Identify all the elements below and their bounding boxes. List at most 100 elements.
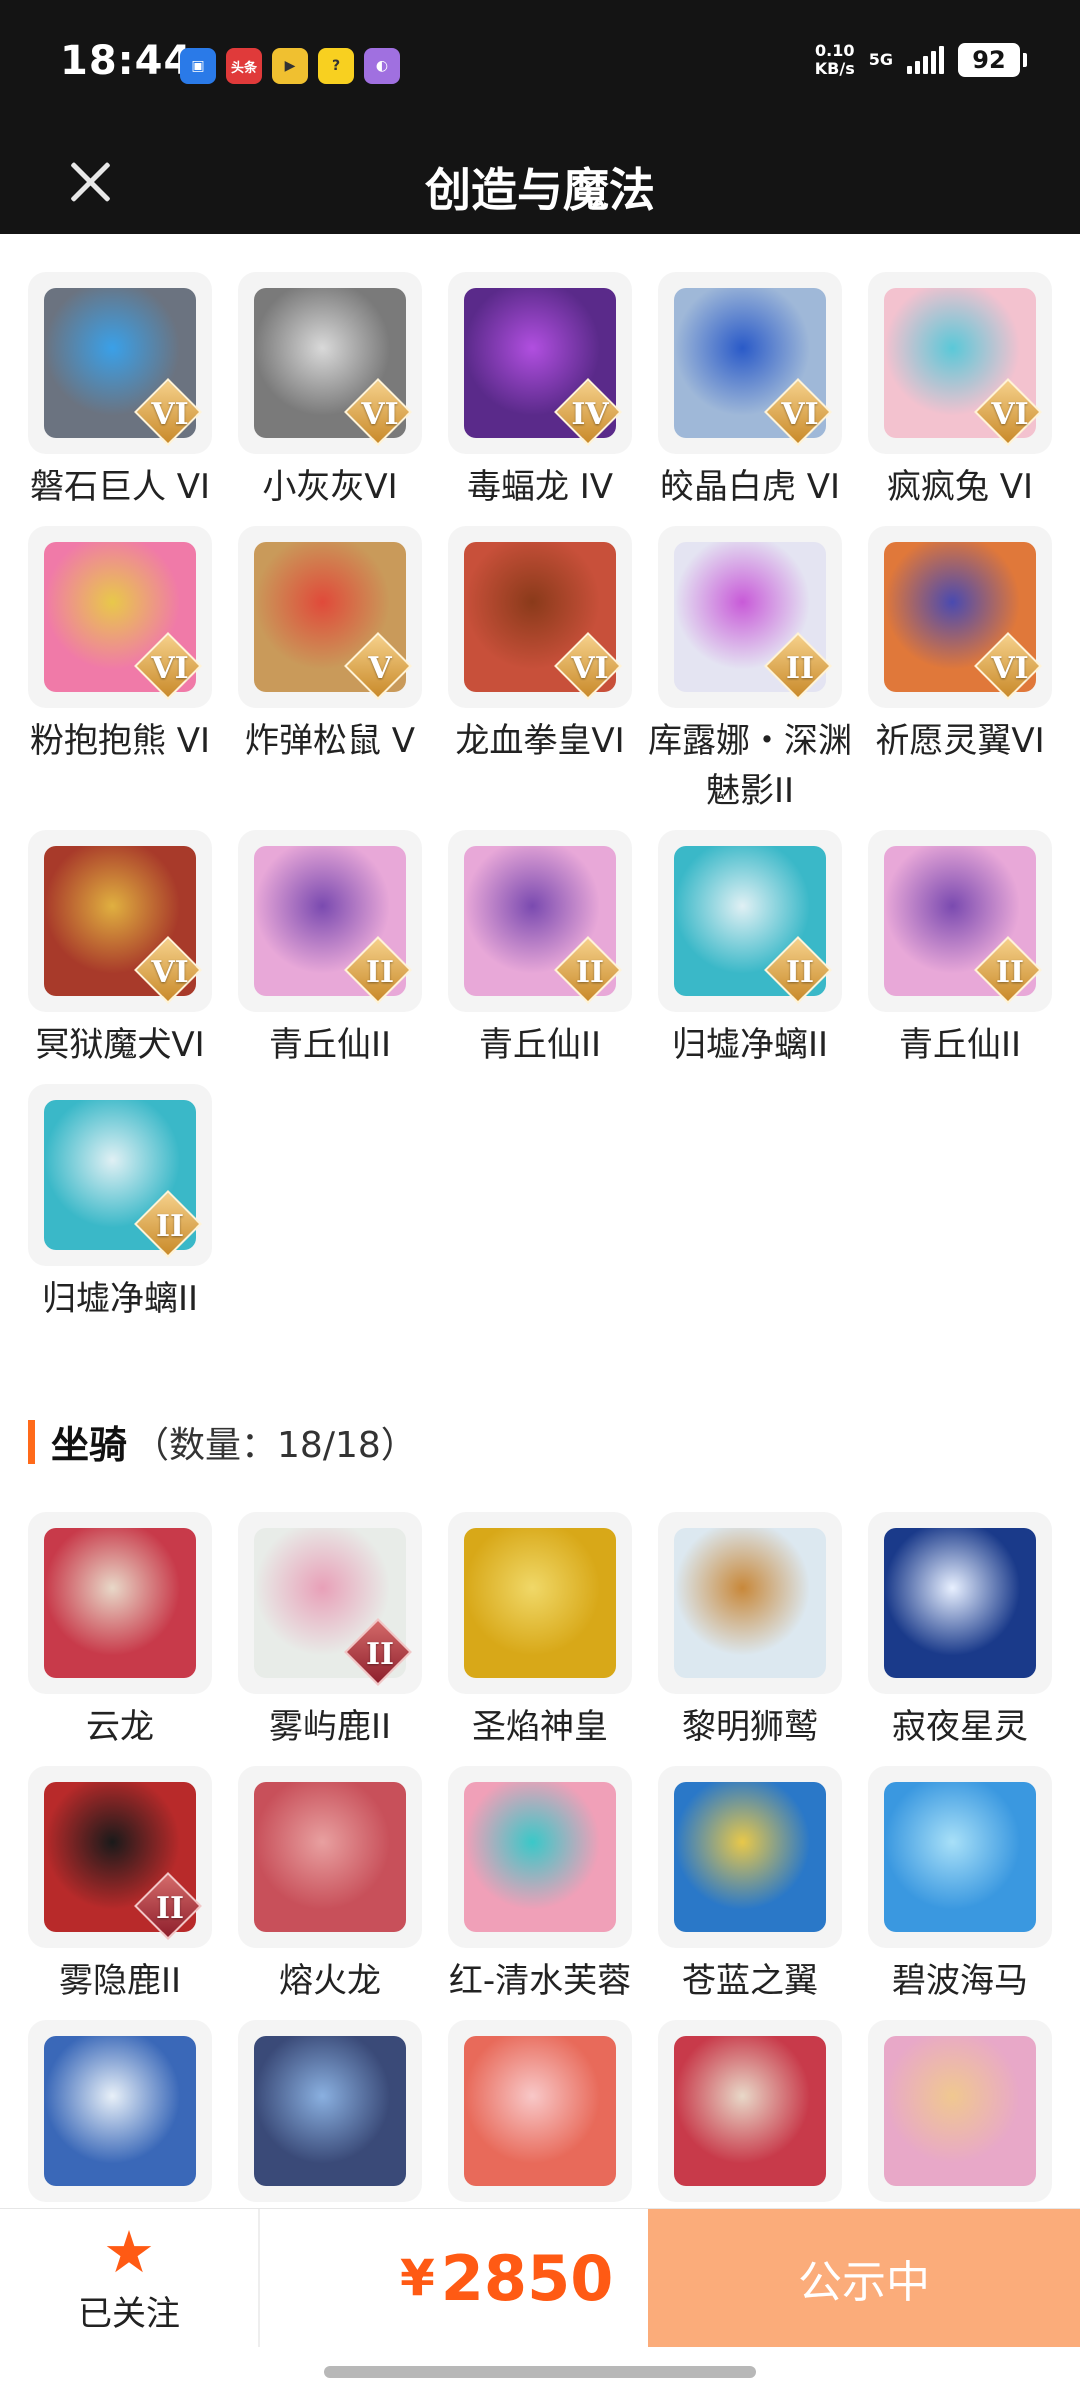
- item-thumbnail-card[interactable]: II: [658, 830, 842, 1012]
- mount-item[interactable]: 云龙: [28, 1512, 212, 1752]
- mount-item[interactable]: [448, 2020, 632, 2202]
- item-thumbnail-card[interactable]: [658, 1766, 842, 1948]
- item-name: 青丘仙II: [268, 1025, 392, 1065]
- item-thumbnail-card[interactable]: VI: [28, 526, 212, 708]
- item-name: 黎明狮鹫: [682, 1707, 818, 1747]
- grade-badge-text: VI: [571, 651, 609, 686]
- item-thumbnail-card[interactable]: [868, 1512, 1052, 1694]
- mount-grid: 云龙 II 雾屿鹿II 圣焰神皇 黎明狮鹫 寂夜星灵 II 雾隐鹿II 熔火龙 红-清水芙蓉 苍蓝之…: [28, 1512, 1052, 2202]
- item-name: 雾屿鹿II: [268, 1707, 392, 1747]
- item-artwork: [464, 1528, 616, 1678]
- item-name: 皎晶白虎 VI: [659, 467, 841, 507]
- pet-item[interactable]: VI 皎晶白虎 VI: [658, 272, 842, 512]
- status-button[interactable]: 公示中: [648, 2209, 1080, 2347]
- item-thumbnail-card[interactable]: II: [28, 1084, 212, 1266]
- mount-item[interactable]: II 雾隐鹿II: [28, 1766, 212, 2006]
- item-artwork: [44, 1528, 196, 1678]
- app-notification-icon: ▣: [180, 48, 216, 84]
- item-thumbnail-card[interactable]: VI: [868, 272, 1052, 454]
- item-thumbnail-card[interactable]: [868, 1766, 1052, 1948]
- item-thumbnail-card[interactable]: [28, 2020, 212, 2202]
- mount-item[interactable]: [28, 2020, 212, 2202]
- grade-badge-text: VI: [361, 397, 399, 432]
- item-artwork: [674, 1528, 826, 1678]
- item-thumbnail-card[interactable]: VI: [448, 526, 632, 708]
- pet-item[interactable]: VI 粉抱抱熊 VI: [28, 526, 212, 816]
- item-thumbnail-card[interactable]: [868, 2020, 1052, 2202]
- item-name: 疯疯兔 VI: [886, 467, 1034, 507]
- status-time: 18:44: [60, 38, 193, 84]
- grade-badge-text: II: [155, 1209, 185, 1244]
- pet-item[interactable]: VI 冥狱魔犬VI: [28, 830, 212, 1070]
- mount-item[interactable]: [868, 2020, 1052, 2202]
- item-name: 熔火龙: [279, 1961, 381, 2001]
- mount-item[interactable]: 寂夜星灵: [868, 1512, 1052, 1752]
- item-artwork: [674, 1782, 826, 1932]
- mount-item[interactable]: II 雾屿鹿II: [238, 1512, 422, 1752]
- pet-item[interactable]: II 青丘仙II: [448, 830, 632, 1070]
- item-name: 库露娜・深渊魅影II: [648, 721, 852, 811]
- item-name: 祈愿灵翼VI: [875, 721, 1045, 761]
- item-artwork: [884, 1528, 1036, 1678]
- grade-badge-text: VI: [151, 651, 189, 686]
- item-thumbnail-card[interactable]: IV: [448, 272, 632, 454]
- signal-icon: [907, 46, 944, 74]
- star-icon: ★: [103, 2217, 155, 2286]
- mount-item[interactable]: 碧波海马: [868, 1766, 1052, 2006]
- pet-item[interactable]: VI 祈愿灵翼VI: [868, 526, 1052, 816]
- mount-item[interactable]: [658, 2020, 842, 2202]
- grade-badge-text: VI: [991, 651, 1029, 686]
- mount-item[interactable]: 苍蓝之翼: [658, 1766, 842, 2006]
- video-app-icon: ▶: [272, 48, 308, 84]
- grade-badge-text: II: [995, 955, 1025, 990]
- item-thumbnail-card[interactable]: [238, 1766, 422, 1948]
- pet-item[interactable]: II 归墟净螭II: [658, 830, 842, 1070]
- item-thumbnail-card[interactable]: [448, 1766, 632, 1948]
- pet-item[interactable]: II 库露娜・深渊魅影II: [648, 526, 852, 816]
- item-thumbnail-card[interactable]: VI: [28, 272, 212, 454]
- pet-item[interactable]: VI 疯疯兔 VI: [868, 272, 1052, 512]
- item-thumbnail-card[interactable]: II: [238, 830, 422, 1012]
- item-name: 圣焰神皇: [472, 1707, 608, 1747]
- pet-item[interactable]: II 归墟净螭II: [28, 1084, 212, 1324]
- pet-item[interactable]: II 青丘仙II: [868, 830, 1052, 1070]
- follow-button[interactable]: ★ 已关注: [0, 2209, 260, 2347]
- grade-badge-text: II: [365, 1637, 395, 1672]
- item-name: 雾隐鹿II: [58, 1961, 182, 2001]
- mount-item[interactable]: 熔火龙: [238, 1766, 422, 2006]
- item-name: 炸弹松鼠 V: [244, 721, 416, 761]
- pet-item[interactable]: II 青丘仙II: [238, 830, 422, 1070]
- pet-item[interactable]: VI 龙血拳皇VI: [448, 526, 632, 816]
- mount-item[interactable]: 红-清水芙蓉: [448, 1766, 632, 2006]
- item-thumbnail-card[interactable]: V: [238, 526, 422, 708]
- item-thumbnail-card[interactable]: II: [658, 526, 842, 708]
- pet-item[interactable]: V 炸弹松鼠 V: [238, 526, 422, 816]
- item-name: 冥狱魔犬VI: [35, 1025, 205, 1065]
- item-thumbnail-card[interactable]: II: [448, 830, 632, 1012]
- pet-item[interactable]: VI 小灰灰VI: [238, 272, 422, 512]
- item-thumbnail-card[interactable]: [448, 2020, 632, 2202]
- item-name: 寂夜星灵: [892, 1707, 1028, 1747]
- item-thumbnail-card[interactable]: VI: [658, 272, 842, 454]
- item-thumbnail-card[interactable]: [658, 2020, 842, 2202]
- status-indicators: 0.10 KB/s 5G 92: [815, 41, 1027, 78]
- item-thumbnail-card[interactable]: [448, 1512, 632, 1694]
- item-thumbnail-card[interactable]: II: [238, 1512, 422, 1694]
- pet-grid: VI 磐石巨人 VI VI 小灰灰VI IV 毒蝠龙 IV VI 皎晶白虎 VI VI 疯疯兔 V…: [28, 272, 1052, 1324]
- item-thumbnail-card[interactable]: [28, 1512, 212, 1694]
- item-thumbnail-card[interactable]: VI: [28, 830, 212, 1012]
- mount-item[interactable]: 黎明狮鹫: [658, 1512, 842, 1752]
- item-thumbnail-card[interactable]: VI: [868, 526, 1052, 708]
- network-speed-value: 0.10: [815, 41, 855, 60]
- item-thumbnail-card[interactable]: II: [868, 830, 1052, 1012]
- item-thumbnail-card[interactable]: [658, 1512, 842, 1694]
- section-count: （数量：18/18）: [133, 1424, 417, 1466]
- pet-item[interactable]: IV 毒蝠龙 IV: [448, 272, 632, 512]
- pet-item[interactable]: VI 磐石巨人 VI: [28, 272, 212, 512]
- item-thumbnail-card[interactable]: II: [28, 1766, 212, 1948]
- item-thumbnail-card[interactable]: [238, 2020, 422, 2202]
- mount-item[interactable]: [238, 2020, 422, 2202]
- item-thumbnail-card[interactable]: VI: [238, 272, 422, 454]
- mount-item[interactable]: 圣焰神皇: [448, 1512, 632, 1752]
- home-indicator[interactable]: [324, 2366, 756, 2378]
